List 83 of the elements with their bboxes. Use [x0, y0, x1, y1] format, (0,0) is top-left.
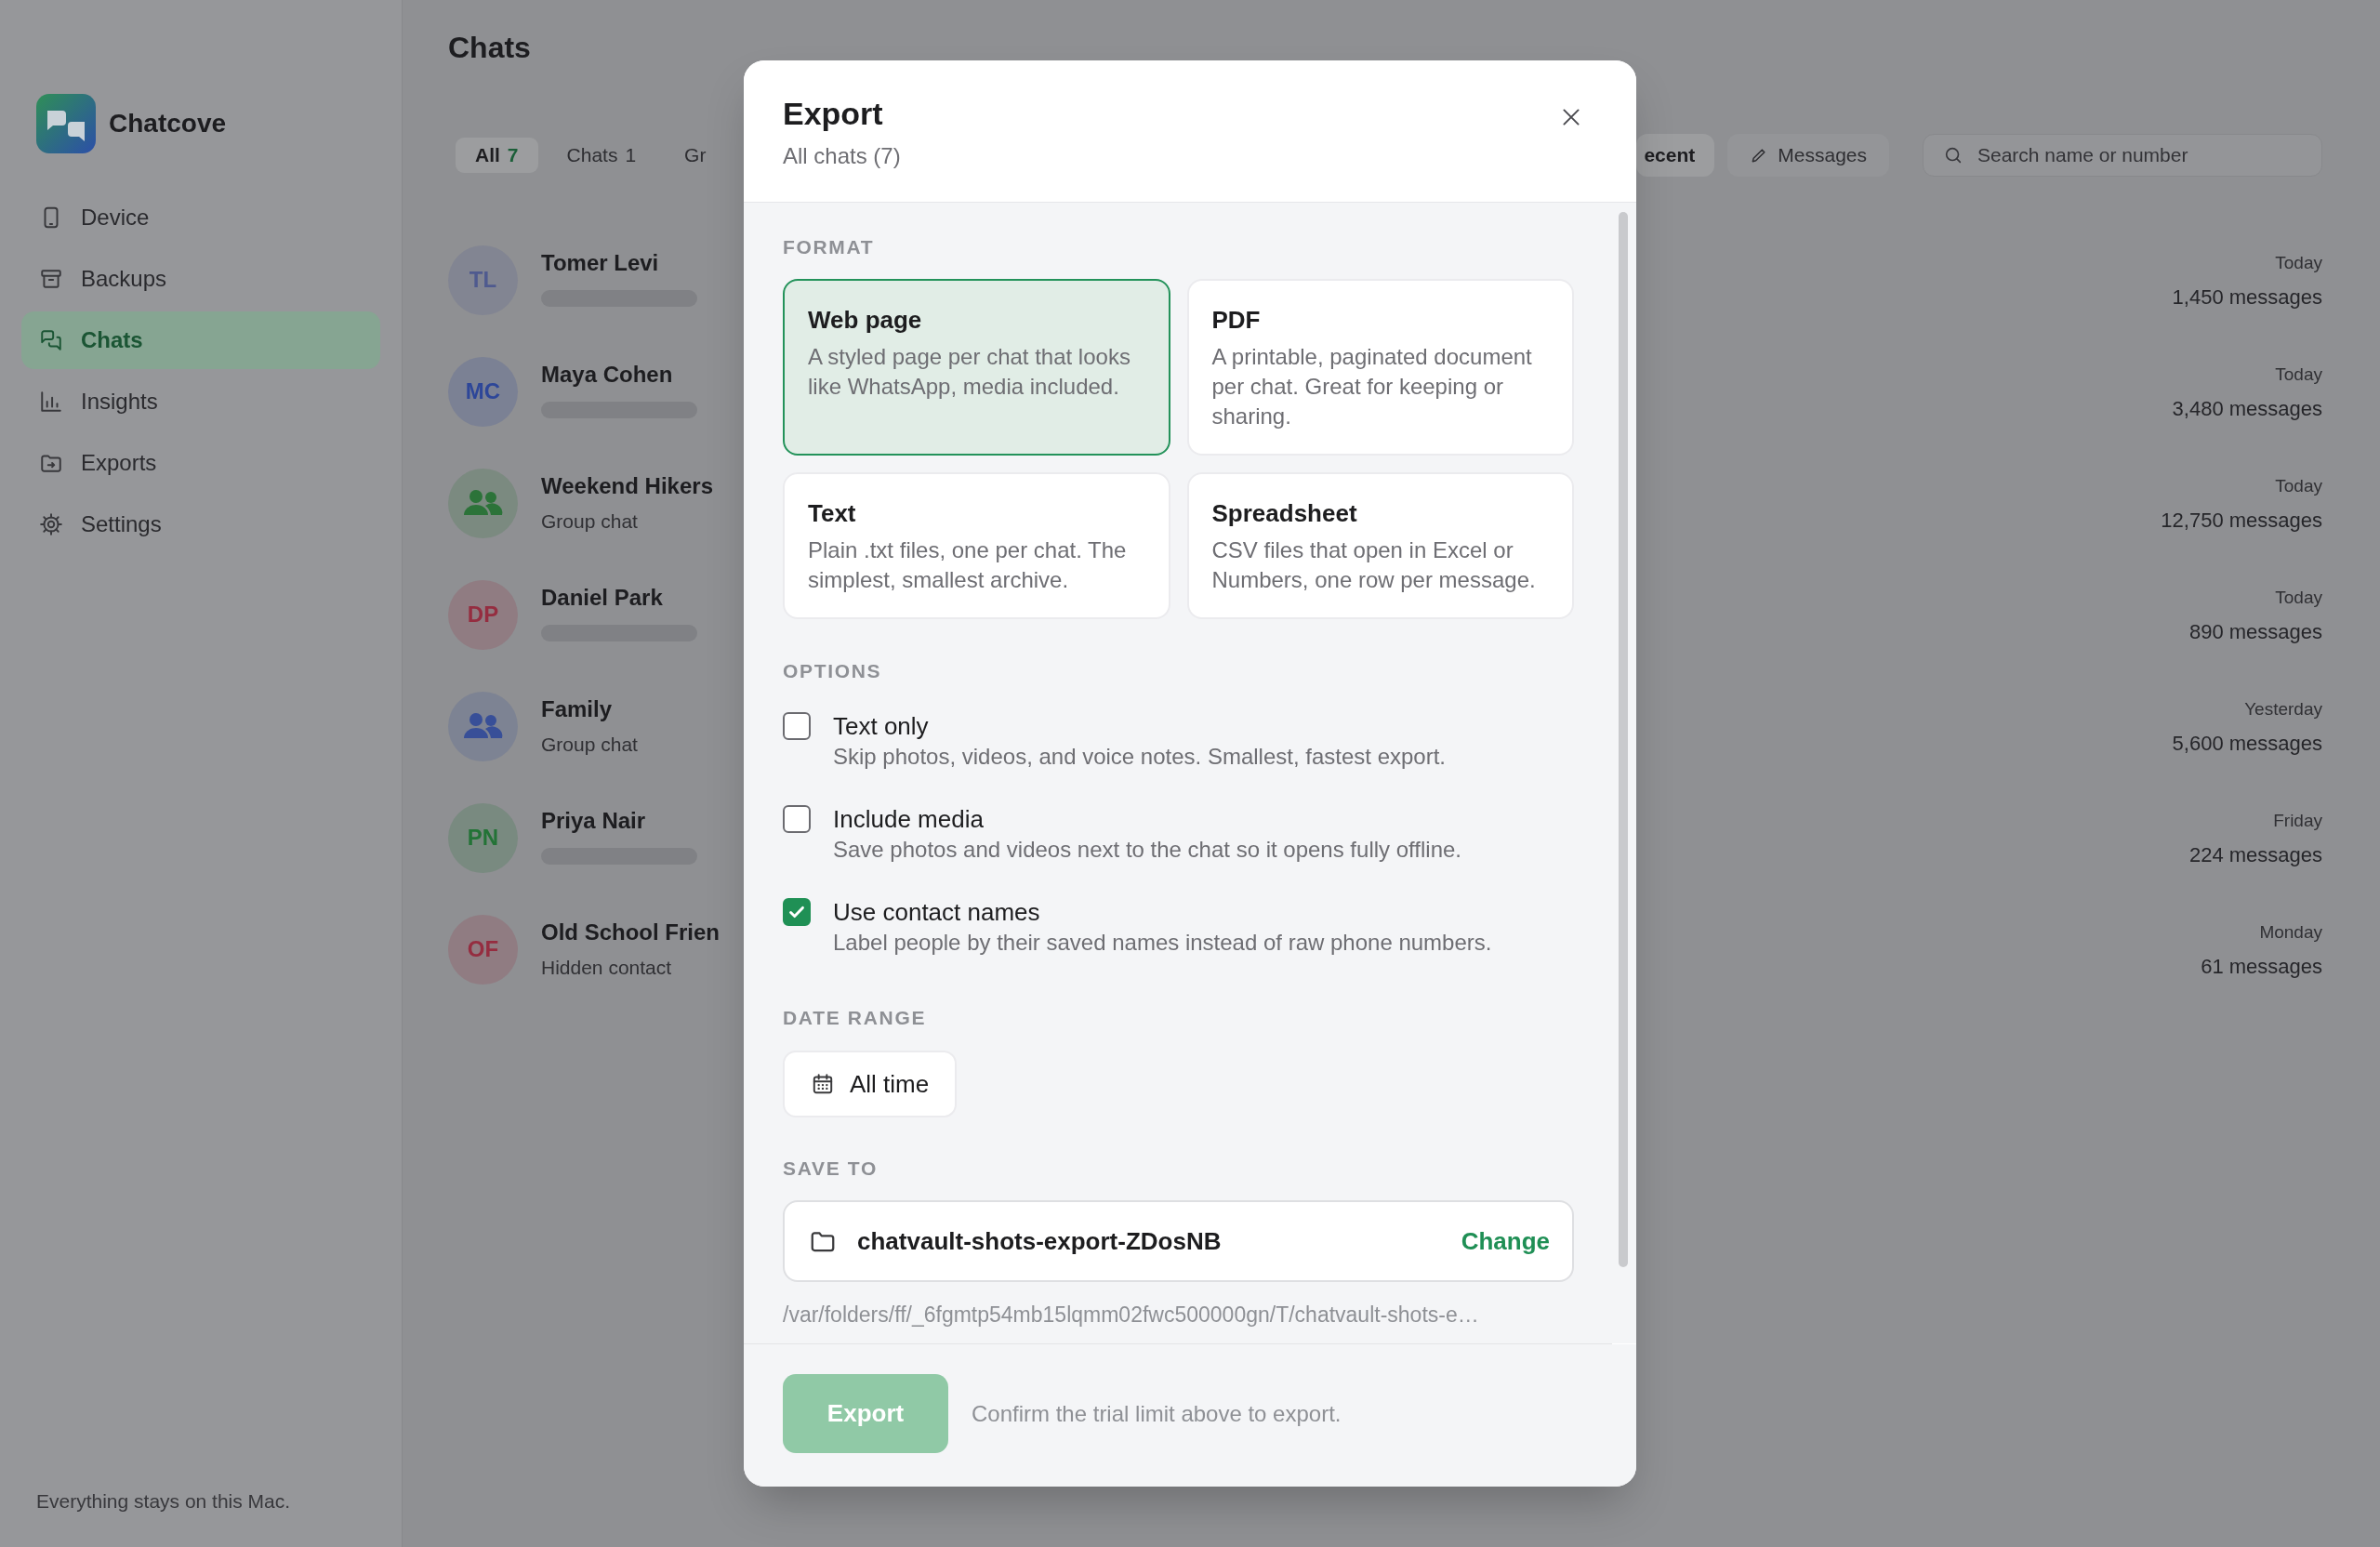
- chat-time: Friday: [2273, 809, 2322, 832]
- message-count: 12,750 messages: [2161, 507, 2322, 534]
- sort-tab[interactable]: ecent: [1636, 134, 1715, 177]
- calendar-icon: [811, 1072, 835, 1096]
- export-hint: Confirm the trial limit above to export.: [972, 1399, 1342, 1428]
- option-description: Save photos and videos next to the chat so it opens fully offline.: [833, 836, 1461, 864]
- message-count: 5,600 messages: [2172, 730, 2322, 757]
- search-icon: [1943, 145, 1964, 165]
- chat-time: Today: [2275, 251, 2322, 274]
- checkbox[interactable]: [783, 805, 811, 833]
- chat-name: Family: [541, 694, 613, 723]
- section-label: DATE RANGE: [783, 1006, 927, 1030]
- sidebar-item[interactable]: Device: [21, 189, 380, 246]
- format-option[interactable]: Web page A styled page per chat that looks like WhatsApp, media included.: [783, 279, 1170, 456]
- date-range-button[interactable]: All time: [783, 1051, 958, 1117]
- app-name: Chatcove: [109, 108, 227, 139]
- scrollbar-thumb[interactable]: [1619, 212, 1628, 1267]
- option-description: Label people by their saved names instead of raw phone numbers.: [833, 929, 1492, 957]
- section-label: SAVE TO: [783, 1157, 878, 1181]
- section-label: FORMAT: [783, 235, 875, 259]
- option-description: Skip photos, videos, and voice notes. Smallest, fastest export.: [833, 743, 1446, 771]
- dialog-subtitle: All chats (7): [783, 142, 901, 170]
- format-option[interactable]: Text Plain .txt files, one per chat. The simplest, smallest archive.: [783, 472, 1170, 619]
- avatar: PN: [448, 802, 518, 873]
- chat-time: Today: [2275, 363, 2322, 386]
- chat-subtitle: Group chat: [541, 732, 638, 757]
- message-count: 61 messages: [2201, 953, 2322, 980]
- chat-name: Daniel Park: [541, 583, 663, 612]
- chat-name: Priya Nair: [541, 806, 646, 835]
- filter-tab[interactable]: Gr: [665, 138, 726, 173]
- chat-bubbles-icon: [39, 328, 63, 352]
- chat-subtitle: Group chat: [541, 509, 638, 534]
- checkbox-label: Include media: [833, 804, 984, 835]
- message-count: 224 messages: [2188, 841, 2322, 868]
- chat-subtitle: Hidden contact: [541, 955, 672, 980]
- folder-path: /var/folders/ff/_6fgmtp54mb15lqmm02fwc500000gn/T/chatvault-shots-e…: [783, 1302, 1479, 1329]
- checkbox[interactable]: [783, 898, 811, 926]
- sidebar-item[interactable]: Backups: [21, 250, 380, 308]
- app-logo-icon: [36, 94, 96, 153]
- format-option[interactable]: Spreadsheet CSV files that open in Excel or Numbers, one row per message.: [1186, 472, 1574, 619]
- format-option[interactable]: PDF A printable, paginated document per chat. Great for keeping or sharing.: [1186, 279, 1574, 456]
- option-title: Text: [808, 498, 856, 529]
- sidebar-item[interactable]: Exports: [21, 434, 380, 492]
- page-title: Chats: [448, 30, 531, 66]
- option-description: CSV files that open in Excel or Numbers, one row per message.: [1211, 536, 1537, 594]
- chat-name: Maya Cohen: [541, 360, 673, 389]
- avatar: MC: [448, 356, 518, 427]
- sidebar-item[interactable]: Chats: [21, 311, 380, 369]
- chat-time: Monday: [2259, 920, 2322, 944]
- chat-time: Yesterday: [2244, 697, 2322, 721]
- chat-time: Today: [2275, 586, 2322, 609]
- option-description: A printable, paginated document per chat. Great for keeping or sharing.: [1211, 343, 1533, 430]
- sidebar-footer-text: Everything stays on this Mac.: [36, 1489, 291, 1514]
- dialog-title: Export: [783, 95, 883, 133]
- message-count: 890 messages: [2188, 618, 2322, 645]
- checkbox[interactable]: [783, 712, 811, 740]
- message-count: 3,480 messages: [2172, 395, 2322, 422]
- bar-chart-icon: [39, 390, 63, 414]
- sidebar-item[interactable]: Insights: [21, 373, 380, 430]
- filter-tab[interactable]: Chats 1: [547, 138, 656, 173]
- option-title: PDF: [1211, 305, 1261, 336]
- avatar: DP: [448, 579, 518, 650]
- option-description: Plain .txt files, one per chat. The simplest, smallest archive.: [808, 536, 1128, 594]
- change-button[interactable]: Change: [1461, 1223, 1550, 1260]
- message-count: 1,450 messages: [2172, 284, 2322, 311]
- option-title: Spreadsheet: [1211, 498, 1357, 529]
- section-label: OPTIONS: [783, 659, 882, 683]
- filter-tab[interactable]: All 7: [456, 138, 538, 173]
- chat-name: Old School Frien: [541, 918, 720, 946]
- archive-icon: [39, 267, 63, 291]
- sort-tab[interactable]: Messages: [1727, 134, 1889, 177]
- checkbox-label: Text only: [833, 711, 929, 742]
- chat-time: Today: [2275, 474, 2322, 497]
- chat-name: Tomer Levi: [541, 248, 659, 277]
- settings-icon: [39, 512, 63, 536]
- checkbox-label: Use contact names: [833, 897, 1040, 928]
- option-description: A styled page per chat that looks like WhatsApp, media included.: [808, 343, 1131, 401]
- avatar: OF: [448, 914, 518, 985]
- folder-name: chatvault-shots-export-ZDosNB: [857, 1225, 1222, 1257]
- sidebar-item[interactable]: Settings: [21, 496, 380, 553]
- search-field[interactable]: Search name or number: [1923, 134, 2322, 177]
- chat-name: Weekend Hikers: [541, 471, 713, 500]
- option-title: Web page: [808, 305, 922, 336]
